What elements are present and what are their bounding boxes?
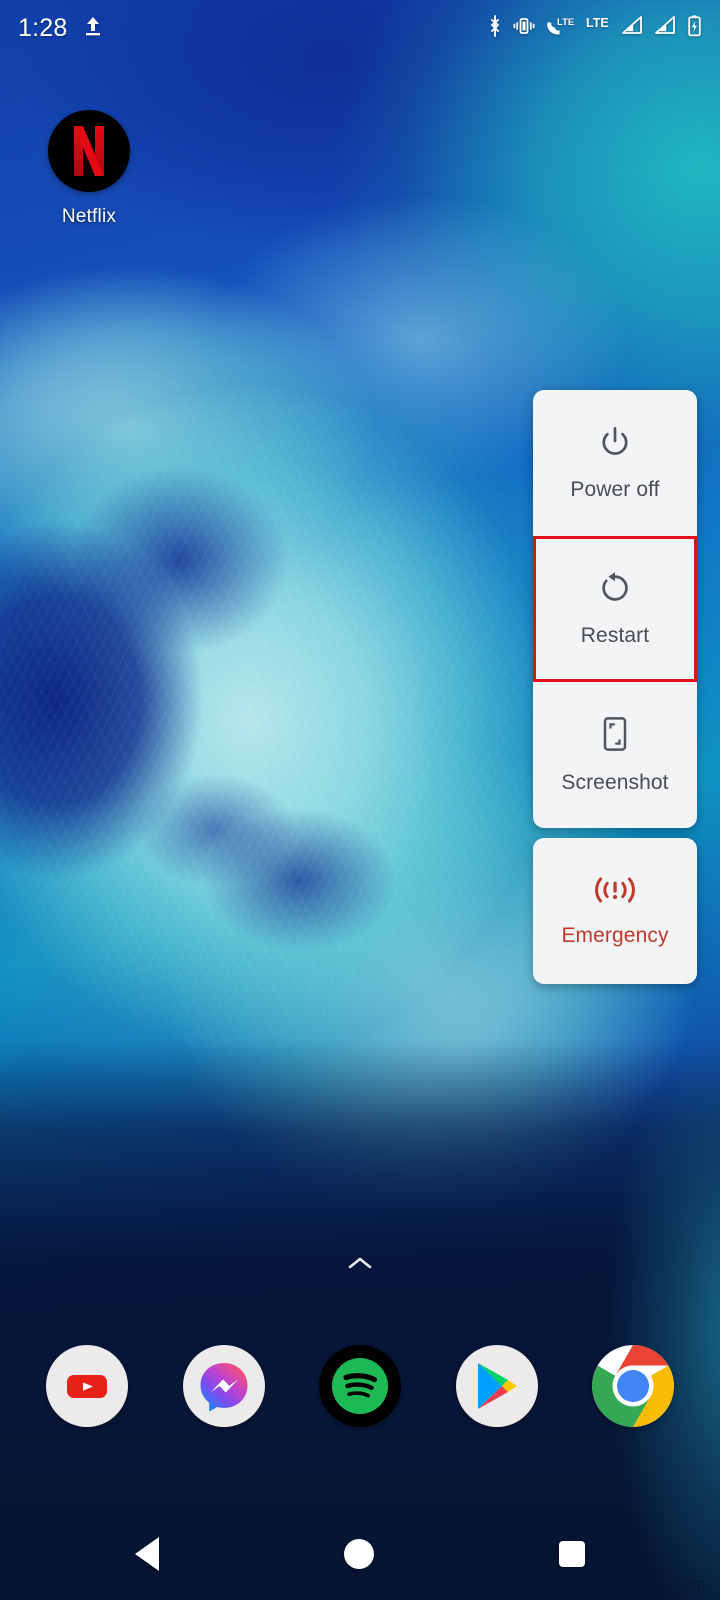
app-label-netflix: Netflix: [61, 206, 117, 227]
spotify-icon: [332, 1358, 388, 1414]
svg-text:LTE: LTE: [557, 17, 574, 28]
messenger-icon: [200, 1363, 247, 1412]
power-menu-item-emergency[interactable]: Emergency: [533, 838, 697, 984]
power-menu-label-power-off: Power off: [570, 477, 660, 501]
recents-button[interactable]: [559, 1541, 585, 1567]
power-menu-label-emergency: Emergency: [561, 923, 669, 947]
dock-app-youtube[interactable]: [46, 1345, 128, 1427]
screenshot-icon: [599, 716, 631, 757]
navigation-bar: [0, 1508, 720, 1600]
youtube-icon: [67, 1375, 107, 1398]
dock: [0, 1345, 720, 1427]
power-menu-item-restart[interactable]: Restart: [533, 536, 697, 682]
dock-app-spotify[interactable]: [319, 1345, 401, 1427]
bluetooth-icon: [487, 14, 503, 43]
home-button[interactable]: [344, 1539, 374, 1569]
battery-charging-icon: [687, 14, 702, 43]
back-button[interactable]: [135, 1537, 159, 1571]
chevron-up-icon: [345, 1254, 375, 1277]
volte-icon: LTE: [545, 15, 577, 42]
dock-app-play-store[interactable]: [455, 1345, 538, 1427]
netflix-icon: [48, 110, 130, 192]
signal-bars-sim1-icon: [621, 15, 645, 42]
dock-app-messenger[interactable]: [182, 1345, 265, 1427]
power-icon: [598, 425, 632, 464]
signal-bars-sim2-icon: [654, 15, 678, 42]
power-menu-item-power-off[interactable]: Power off: [533, 390, 697, 536]
vibrate-icon: [512, 15, 536, 42]
play-store-icon: [477, 1363, 517, 1409]
app-drawer-handle[interactable]: [0, 1254, 720, 1277]
svg-text:LTE: LTE: [586, 16, 609, 30]
power-menu: Power off Restart Screenshot Emergency: [533, 390, 697, 984]
lte-icon: LTE: [586, 15, 612, 42]
app-icon-netflix[interactable]: Netflix: [48, 110, 130, 228]
status-bar: 1:28 LTE LTE: [0, 0, 720, 56]
chrome-icon: [592, 1345, 674, 1427]
power-menu-label-screenshot: Screenshot: [561, 770, 669, 794]
power-menu-card: Power off Restart Screenshot: [533, 390, 697, 828]
restart-icon: [598, 571, 632, 610]
watermark: wsxdn.com: [617, 1574, 706, 1593]
power-menu-label-restart: Restart: [580, 623, 650, 647]
status-bar-clock: 1:28: [18, 13, 68, 42]
status-bar-right: LTE LTE: [487, 14, 702, 43]
emergency-broadcast-icon: [591, 875, 639, 910]
dock-app-chrome[interactable]: [592, 1345, 674, 1427]
phone-screen: 1:28 LTE LTE Netflix Power off Restart S…: [0, 0, 720, 1600]
status-bar-left: 1:28: [18, 14, 103, 43]
usb-upload-icon: [83, 15, 103, 42]
power-menu-item-screenshot[interactable]: Screenshot: [533, 682, 697, 828]
emergency-card: Emergency: [533, 838, 697, 984]
